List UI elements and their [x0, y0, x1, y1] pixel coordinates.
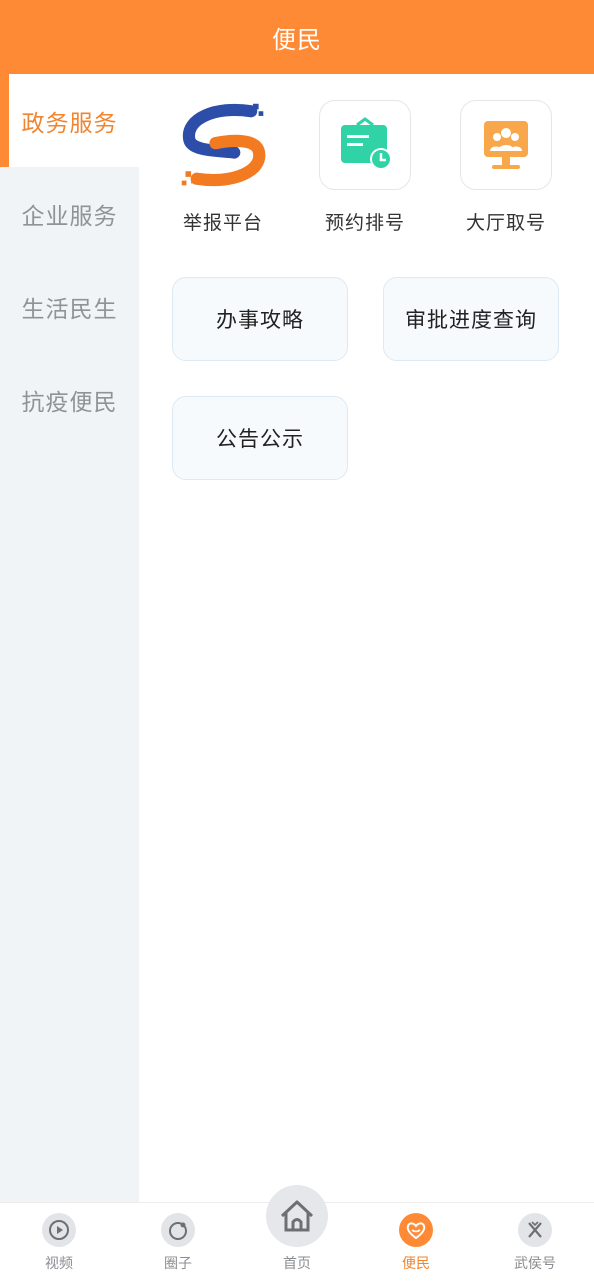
announcement-button[interactable]: 公告公示: [172, 396, 348, 480]
sidebar-item-life[interactable]: 生活民生: [0, 260, 139, 353]
service-report-platform[interactable]: 举报平台: [153, 100, 293, 235]
tab-label: 便民: [402, 1256, 430, 1272]
report-logo-icon: [178, 100, 268, 190]
heart-icon: [399, 1213, 433, 1247]
sidebar-item-label: 抗疫便民: [21, 389, 118, 416]
tab-circle[interactable]: 圈子: [119, 1203, 237, 1281]
service-icon-grid: 举报平台 预约排号 大厅取号: [153, 100, 583, 250]
hall-queue-icon: [460, 100, 552, 190]
home-icon[interactable]: [266, 1185, 328, 1247]
button-label: 审批进度查询: [405, 308, 537, 332]
calendar-clock-icon: [319, 100, 411, 190]
service-label: 大厅取号: [465, 212, 546, 234]
circle-icon: [161, 1213, 195, 1247]
tab-video[interactable]: 视频: [0, 1203, 118, 1281]
approval-progress-button[interactable]: 审批进度查询: [383, 277, 559, 361]
wuhou-icon: [518, 1213, 552, 1247]
tab-convenience[interactable]: 便民: [357, 1203, 475, 1281]
button-label: 公告公示: [216, 427, 304, 451]
sidebar-item-enterprise[interactable]: 企业服务: [0, 167, 139, 260]
service-hall-queue[interactable]: 大厅取号: [436, 100, 576, 235]
sidebar-item-epidemic[interactable]: 抗疫便民: [0, 353, 139, 446]
sidebar-item-label: 生活民生: [21, 296, 118, 323]
tab-wuhou[interactable]: 武侯号: [476, 1203, 594, 1281]
button-label: 办事攻略: [216, 308, 304, 332]
page-header: 便民: [0, 0, 594, 74]
tab-label: 武侯号: [514, 1256, 556, 1272]
sidebar-item-label: 企业服务: [21, 203, 118, 230]
tab-label: 首页: [283, 1256, 311, 1272]
page-title: 便民: [272, 25, 322, 54]
sidebar-item-government[interactable]: 政务服务: [0, 74, 139, 167]
video-play-icon: [42, 1213, 76, 1247]
service-appointment[interactable]: 预约排号: [295, 100, 435, 235]
sidebar-item-label: 政务服务: [21, 110, 118, 137]
guide-button[interactable]: 办事攻略: [172, 277, 348, 361]
bottom-tab-bar: 视频 圈子 首页 便民 武侯号: [0, 1185, 594, 1281]
tab-label: 圈子: [164, 1256, 192, 1272]
sidebar: 政务服务 企业服务 生活民生 抗疫便民: [0, 74, 139, 1202]
service-label: 预约排号: [324, 212, 405, 234]
tab-label: 视频: [45, 1256, 73, 1272]
service-label: 举报平台: [182, 212, 263, 234]
